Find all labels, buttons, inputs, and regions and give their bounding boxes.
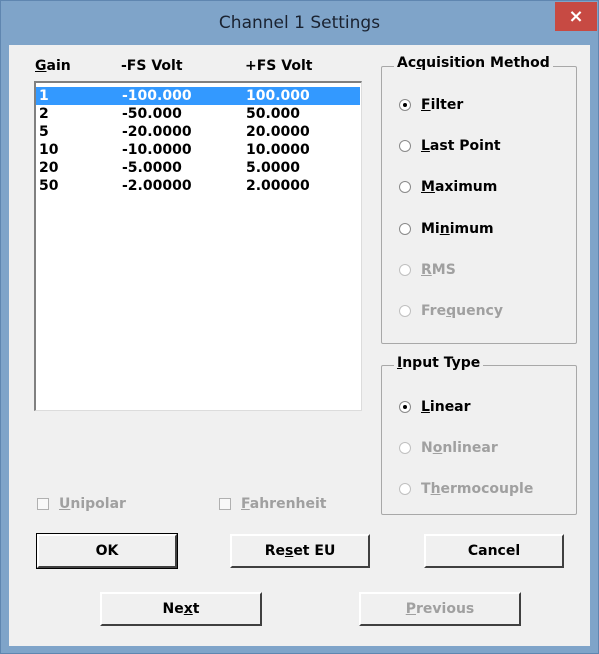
- gain-column-header: Gain: [35, 58, 71, 74]
- acq-title-rest: uisition Method: [426, 55, 550, 71]
- mnemonic-p: P: [405, 601, 416, 617]
- pos-fs-cell: 5.0000: [246, 160, 301, 176]
- pos-fs-cell: 100.000: [246, 88, 310, 104]
- pos-fs-cell: 50.000: [246, 106, 301, 122]
- radio-minimum[interactable]: Minimum: [399, 221, 494, 237]
- reset-eu-button-label: Reset EU: [264, 543, 336, 559]
- gain-cell: 2: [39, 106, 49, 122]
- gain-header-mnemonic: G: [35, 58, 47, 74]
- radio-rms: RMS: [399, 262, 456, 278]
- neg-fs-cell: -2.00000: [122, 178, 192, 194]
- gain-listbox[interactable]: 1 -100.000 100.000 2 -50.000 50.000 5 -2…: [34, 81, 362, 411]
- checkbox-icon: [37, 498, 49, 510]
- checkbox-icon: [219, 498, 231, 510]
- checkbox-fahrenheit-label: Fahrenheit: [241, 496, 327, 512]
- next-button-label: Next: [162, 601, 200, 617]
- radio-thermocouple-label: Thermocouple: [421, 481, 534, 497]
- pos-fs-cell: 10.0000: [246, 142, 310, 158]
- neg-fs-cell: -20.0000: [122, 124, 192, 140]
- mnemonic-l2: L: [421, 399, 430, 415]
- radio-minimum-label: Minimum: [421, 221, 494, 237]
- gain-row-5[interactable]: 5 -20.0000 20.0000: [36, 123, 360, 141]
- gain-row-20[interactable]: 20 -5.0000 5.0000: [36, 159, 360, 177]
- ok-button[interactable]: OK: [36, 533, 178, 569]
- radio-nonlinear: Nonlinear: [399, 440, 498, 456]
- mnemonic-r: R: [421, 262, 432, 278]
- close-button[interactable]: ×: [555, 2, 597, 31]
- mnemonic-x: x: [183, 601, 193, 617]
- next-button[interactable]: Next: [100, 592, 262, 626]
- checkbox-unipolar: Unipolar: [37, 496, 126, 512]
- radio-frequency: Frequency: [399, 303, 503, 319]
- radio-linear-label: Linear: [421, 399, 471, 415]
- radio-checked-icon: [399, 401, 411, 413]
- radio-filter-label: Filter: [421, 97, 464, 113]
- radio-nonlinear-label: Nonlinear: [421, 440, 498, 456]
- gain-cell: 5: [39, 124, 49, 140]
- mnemonic-h: h: [430, 481, 441, 497]
- gain-cell: 20: [39, 160, 59, 176]
- pos-fs-cell: 20.0000: [246, 124, 310, 140]
- mnemonic-f2: F: [241, 496, 250, 512]
- radio-filter[interactable]: Filter: [399, 97, 463, 113]
- pos-fs-cell: 2.00000: [246, 178, 310, 194]
- mnemonic-q: q: [446, 303, 457, 319]
- mnemonic-s: s: [284, 543, 294, 559]
- pos-fs-column-header: +FS Volt: [245, 58, 313, 74]
- radio-rms-label: RMS: [421, 262, 456, 278]
- radio-checked-icon: [399, 99, 411, 111]
- neg-fs-column-header: -FS Volt: [121, 58, 183, 74]
- radio-linear[interactable]: Linear: [399, 399, 471, 415]
- radio-disabled-icon: [399, 305, 411, 317]
- input-title-rest: nput Type: [402, 355, 481, 371]
- input-type-title: Input Type: [394, 355, 484, 371]
- previous-button-label: Previous: [405, 601, 475, 617]
- ok-button-label: OK: [95, 543, 119, 559]
- radio-disabled-icon: [399, 483, 411, 495]
- radio-unchecked-icon: [399, 181, 411, 193]
- mnemonic-f: F: [421, 97, 431, 113]
- mnemonic-u: U: [59, 496, 71, 512]
- neg-fs-cell: -50.000: [122, 106, 182, 122]
- radio-frequency-label: Frequency: [421, 303, 503, 319]
- reset-eu-button[interactable]: Reset EU: [230, 534, 370, 568]
- radio-thermocouple: Thermocouple: [399, 481, 533, 497]
- neg-fs-cell: -5.0000: [122, 160, 182, 176]
- dialog-body: Gain -FS Volt +FS Volt 1 -100.000 100.00…: [9, 45, 590, 646]
- neg-fs-cell: -10.0000: [122, 142, 192, 158]
- radio-maximum[interactable]: Maximum: [399, 179, 497, 195]
- radio-unchecked-icon: [399, 223, 411, 235]
- cancel-button[interactable]: Cancel: [424, 534, 564, 568]
- gain-cell: 10: [39, 142, 59, 158]
- title-bar[interactable]: Channel 1 Settings ×: [1, 1, 598, 45]
- radio-unchecked-icon: [399, 140, 411, 152]
- radio-disabled-icon: [399, 442, 411, 454]
- mnemonic-l: L: [421, 138, 430, 154]
- checkbox-unipolar-label: Unipolar: [59, 496, 126, 512]
- gain-row-50[interactable]: 50 -2.00000 2.00000: [36, 177, 360, 195]
- acq-title-a: Ac: [397, 55, 417, 71]
- acq-title-mnemonic: q: [416, 55, 427, 71]
- mnemonic-m: M: [421, 179, 435, 195]
- radio-maximum-label: Maximum: [421, 179, 498, 195]
- mnemonic-o: o: [432, 440, 443, 456]
- window-title: Channel 1 Settings: [218, 13, 381, 33]
- dialog-window: Channel 1 Settings × Gain -FS Volt +FS V…: [0, 0, 599, 654]
- gain-cell: 50: [39, 178, 59, 194]
- gain-header-rest: ain: [46, 58, 71, 74]
- checkbox-fahrenheit: Fahrenheit: [219, 496, 326, 512]
- neg-fs-cell: -100.000: [122, 88, 192, 104]
- radio-last-point[interactable]: Last Point: [399, 138, 501, 154]
- gain-row-1[interactable]: 1 -100.000 100.000: [36, 87, 360, 105]
- gain-row-10[interactable]: 10 -10.0000 10.0000: [36, 141, 360, 159]
- mnemonic-n: n: [439, 221, 450, 237]
- cancel-button-label: Cancel: [467, 543, 521, 559]
- radio-last-point-label: Last Point: [421, 138, 501, 154]
- gain-row-2[interactable]: 2 -50.000 50.000: [36, 105, 360, 123]
- close-icon: ×: [568, 6, 584, 27]
- acquisition-method-title: Acquisition Method: [394, 55, 553, 71]
- gain-cell: 1: [39, 88, 49, 104]
- radio-disabled-icon: [399, 264, 411, 276]
- previous-button: Previous: [359, 592, 521, 626]
